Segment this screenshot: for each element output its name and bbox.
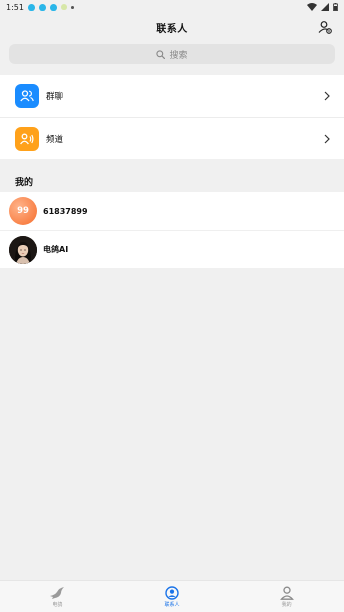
top-list: 群聊 频道 [0,75,344,159]
contact-name: 61837899 [43,206,88,216]
qq-notification-icon [49,3,57,11]
nav-label: 电鸽 [52,601,63,608]
section-title-mine: 我的 [15,178,34,188]
ai-portrait-icon [9,235,37,264]
header: 联系人 [0,14,344,40]
status-left: 1:51 [6,3,74,12]
chevron-right-icon [324,91,330,101]
page-title: 联系人 [156,23,188,35]
contact-name: 电鸽AI [43,245,69,254]
qq-notification-icon [27,3,35,11]
signal-icon [321,3,329,11]
contact-row[interactable]: 电鸽AI [0,230,344,268]
wifi-icon [307,3,317,11]
channels-label: 频道 [46,134,64,145]
group-chats-row[interactable]: 群聊 [0,75,344,117]
qq-notification-icon [38,3,46,11]
dove-icon [50,586,65,599]
avatar: 99 [9,197,37,225]
avatar-text: 99 [17,206,29,216]
group-chats-label: 群聊 [46,92,64,102]
add-contact-button[interactable] [316,18,334,36]
channel-icon [15,126,39,151]
battery-icon [333,3,338,11]
profile-icon [279,586,294,600]
add-contact-icon [318,21,332,34]
status-right [307,3,338,11]
contacts-icon [165,585,179,600]
nav-label: 联系人 [164,601,180,608]
status-time: 1:51 [6,2,24,12]
my-contacts-list: 99 61837899 电鸽AI [0,192,344,268]
tab-dove[interactable]: 电鸽 [0,581,115,612]
group-chat-icon [15,84,39,108]
search-icon [156,49,166,59]
status-bar: 1:51 [0,0,344,14]
search-placeholder: 搜索 [169,50,188,61]
bottom-nav: 电鸽 联系人 我的 [0,580,344,612]
more-notifications-icon [70,5,74,9]
tab-contacts[interactable]: 联系人 [115,581,230,612]
nav-label: 我的 [281,601,292,608]
tab-profile[interactable]: 我的 [229,581,344,612]
search-bar[interactable]: 搜索 [9,44,335,64]
chevron-right-icon [324,134,330,144]
channels-row[interactable]: 频道 [0,117,344,159]
contact-row[interactable]: 99 61837899 [0,192,344,230]
app-notification-icon [60,4,67,10]
